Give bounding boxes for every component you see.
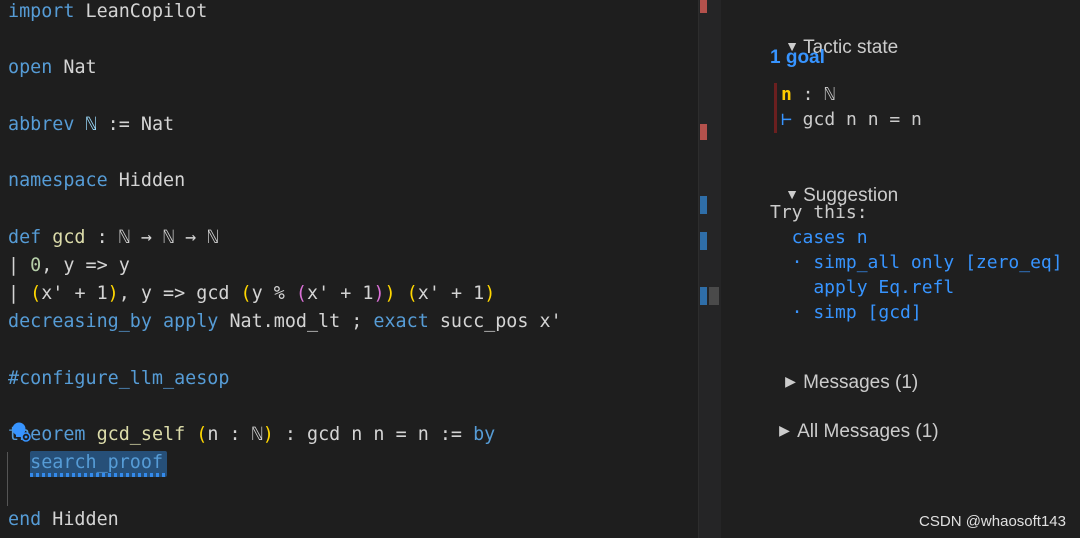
code-line[interactable]: decreasing_by apply Nat.mod_lt ; exact s…	[8, 308, 562, 336]
info-squiggle	[30, 473, 167, 477]
watermark: CSDN @whaosoft143	[919, 513, 1066, 530]
code-line[interactable]: end Hidden	[8, 506, 119, 534]
info-marker	[700, 196, 707, 214]
code-line[interactable]: abbrev ℕ := Nat	[8, 111, 174, 139]
messages-label: Messages (1)	[803, 372, 919, 393]
code-token: namespace	[8, 170, 108, 192]
code-token: 0	[30, 254, 42, 276]
code-token: (	[196, 424, 208, 445]
code-token: , y => y	[41, 254, 130, 276]
code-token: )	[262, 424, 274, 445]
code-token: Hidden	[107, 170, 186, 192]
code-token: decreasing_by	[8, 311, 152, 333]
code-token: |	[8, 283, 31, 304]
code-token: x' + 1	[307, 283, 374, 304]
goal-target: ⊢ gcd n n = n	[781, 108, 922, 132]
code-token: x' + 1	[417, 283, 485, 304]
code-token: )	[384, 283, 396, 304]
code-line[interactable]: def gcd : ℕ → ℕ → ℕ	[8, 224, 218, 252]
code-token: (	[30, 283, 42, 304]
code-token: apply	[163, 311, 219, 333]
turnstile-icon: ⊢	[781, 109, 792, 130]
code-token: y %	[251, 283, 296, 304]
code-line[interactable]: | 0, y => y	[8, 252, 130, 280]
code-token: LeanCopilot	[74, 1, 208, 22]
code-token: abbrev	[8, 113, 75, 135]
code-token: exact	[373, 311, 429, 333]
code-line[interactable]: #configure_llm_aesop	[8, 365, 229, 393]
goal-border	[774, 83, 777, 133]
suggestion-line[interactable]: · simp [gcd]	[770, 300, 922, 325]
code-line[interactable]: import LeanCopilot	[8, 0, 207, 26]
code-token: Nat.mod_lt ;	[218, 311, 374, 333]
code-token: := Nat	[107, 113, 175, 135]
suggestion-line[interactable]: apply Eq.refl	[770, 275, 954, 300]
try-this-label: Try this:	[770, 202, 868, 223]
lean-infoview: ▼ Tactic state 1 goal n : ℕ ⊢ gcd n n = n…	[721, 0, 1080, 538]
code-token: x' + 1	[41, 283, 108, 304]
suggestion-line[interactable]: cases n	[770, 225, 868, 250]
code-line[interactable]: namespace Hidden	[8, 167, 185, 195]
caret-right-icon: ▶	[779, 422, 790, 438]
all-messages-label: All Messages (1)	[797, 421, 939, 442]
code-token: ℕ	[74, 113, 108, 135]
code-token: def	[8, 226, 42, 248]
code-token: n : ℕ	[207, 424, 263, 445]
code-token: Nat	[52, 57, 97, 79]
code-token: )	[373, 283, 385, 304]
code-token: : gcd n n = n :=	[273, 424, 474, 445]
code-token: Hidden	[41, 508, 119, 530]
code-token: search_proof	[30, 452, 164, 474]
error-marker	[700, 124, 707, 140]
code-token: : ℕ → ℕ → ℕ	[85, 226, 219, 248]
scroll-thumb[interactable]	[709, 287, 719, 305]
code-token: open	[8, 57, 53, 79]
overview-ruler[interactable]	[698, 0, 721, 538]
info-marker	[700, 287, 707, 305]
suggestion-line[interactable]: · simp_all only [zero_eq]	[770, 250, 1063, 275]
hypothesis-name[interactable]: n	[781, 84, 792, 105]
all-messages-header[interactable]: ▶ All Messages (1)	[758, 394, 939, 468]
code-token: succ_pos x'	[428, 311, 562, 333]
hypothesis-type: : ℕ	[791, 84, 836, 105]
code-token: )	[484, 283, 496, 304]
code-token: #configure_llm_aesop	[8, 367, 230, 389]
code-token: )	[107, 283, 119, 304]
error-marker	[700, 0, 707, 13]
code-token: (	[295, 283, 307, 304]
code-token: (	[406, 283, 418, 304]
caret-right-icon: ▶	[785, 373, 796, 389]
hypothesis: n : ℕ	[781, 83, 835, 107]
code-line[interactable]: | (x' + 1), y => gcd (y % (x' + 1)) (x' …	[8, 280, 495, 308]
code-token: gcd	[41, 226, 86, 248]
code-token: end	[8, 508, 42, 530]
code-token: (	[240, 283, 252, 304]
code-token: gcd_self	[85, 424, 186, 445]
info-marker	[700, 232, 707, 250]
code-editor[interactable]: import LeanCopilot open Nat abbrev ℕ := Na…	[0, 0, 698, 538]
code-token: |	[8, 254, 31, 276]
code-token: by	[473, 424, 496, 445]
code-line[interactable]: open Nat	[8, 54, 97, 82]
code-line[interactable]: theorem gcd_self (n : ℕ) : gcd n n = n :…	[8, 421, 495, 449]
goal-count: 1 goal	[770, 47, 825, 68]
goal-text[interactable]: gcd n n = n	[792, 109, 922, 130]
lightbulb-icon[interactable]	[10, 421, 32, 443]
code-token: , y => gcd	[118, 283, 241, 304]
code-token: import	[8, 1, 75, 22]
